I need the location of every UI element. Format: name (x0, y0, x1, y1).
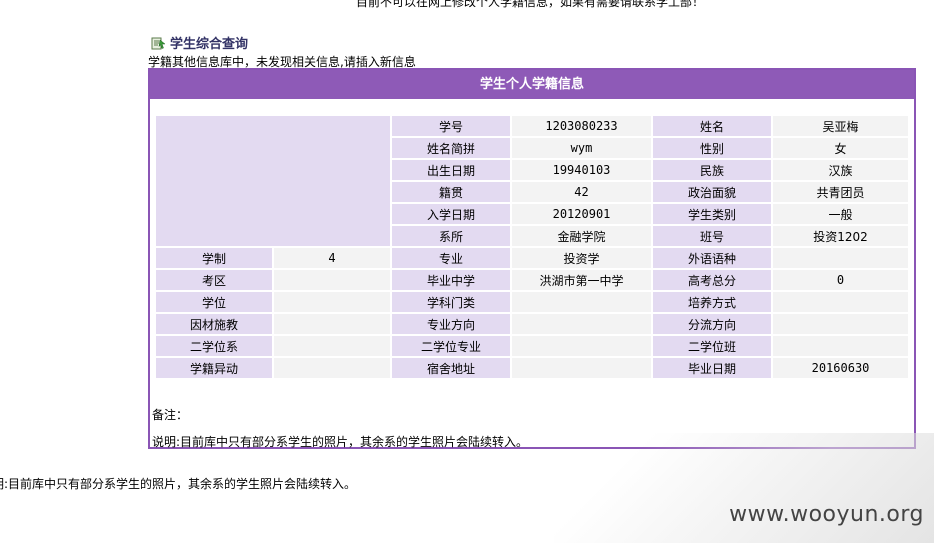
graduation-date-label: 毕业日期 (653, 358, 771, 378)
major-value: 投资学 (512, 248, 651, 268)
foreign-lang-value (773, 248, 908, 268)
native-place-value: 42 (512, 182, 651, 202)
student-photo (156, 116, 390, 246)
ethnicity-value: 汉族 (773, 160, 908, 180)
exam-area-value (274, 270, 390, 290)
gaokao-total-value: 0 (773, 270, 908, 290)
birth-date-value: 19940103 (512, 160, 651, 180)
second-degree-class-label: 二学位班 (653, 336, 771, 356)
gender-label: 性别 (653, 138, 771, 158)
second-degree-dept-label: 二学位系 (156, 336, 272, 356)
class-no-label: 班号 (653, 226, 771, 246)
native-place-label: 籍贯 (392, 182, 510, 202)
section-title: 学生综合查询 (170, 37, 249, 52)
second-degree-major-value (512, 336, 651, 356)
training-mode-value (773, 292, 908, 312)
student-id-label: 学号 (392, 116, 510, 136)
table-row: 学号 1203080233 姓名 吴亚梅 (156, 116, 908, 246)
subject-category-value (512, 292, 651, 312)
footer-note: 明:目前库中只有部分系学生的照片，其余系的学生照片会陆续转入。 (0, 477, 357, 491)
department-label: 系所 (392, 226, 510, 246)
explain-text: 说明:目前库中只有部分系学生的照片，其余系的学生照片会陆续转入。 (152, 435, 529, 449)
name-abbr-value: wym (512, 138, 651, 158)
gaokao-total-label: 高考总分 (653, 270, 771, 290)
graduated-school-value: 洪湖市第一中学 (512, 270, 651, 290)
name-abbr-label: 姓名简拼 (392, 138, 510, 158)
query-icon (151, 35, 166, 50)
status-change-value (274, 358, 390, 378)
foreign-lang-label: 外语语种 (653, 248, 771, 268)
birth-date-label: 出生日期 (392, 160, 510, 180)
table-row: 学位 学科门类 培养方式 (156, 292, 908, 312)
table-row: 学籍异动 宿舍地址 毕业日期 20160630 (156, 358, 908, 378)
status-change-label: 学籍异动 (156, 358, 272, 378)
stream-direction-value (773, 314, 908, 334)
degree-value (274, 292, 390, 312)
ethnicity-label: 民族 (653, 160, 771, 180)
student-info-panel: 学生个人学籍信息 学号 1203080233 姓名 吴亚梅 姓名简拼 wym 性… (148, 68, 916, 449)
student-type-value: 一般 (773, 204, 908, 224)
major-direction-label: 专业方向 (392, 314, 510, 334)
watermark: www.wooyun.org (729, 502, 924, 527)
stream-direction-label: 分流方向 (653, 314, 771, 334)
degree-label: 学位 (156, 292, 272, 312)
table-row: 考区 毕业中学 洪湖市第一中学 高考总分 0 (156, 270, 908, 290)
enroll-date-label: 入学日期 (392, 204, 510, 224)
top-notice: 目前不可以在网上修改个人学籍信息，如果有需要请联系学工部！ (355, 0, 704, 9)
gender-value: 女 (773, 138, 908, 158)
name-value: 吴亚梅 (773, 116, 908, 136)
duration-label: 学制 (156, 248, 272, 268)
second-degree-major-label: 二学位专业 (392, 336, 510, 356)
department-value: 金融学院 (512, 226, 651, 246)
graduated-school-label: 毕业中学 (392, 270, 510, 290)
major-direction-value (512, 314, 651, 334)
political-status-label: 政治面貌 (653, 182, 771, 202)
tailored-label: 因材施教 (156, 314, 272, 334)
second-degree-class-value (773, 336, 908, 356)
class-no-value: 投资1202 (773, 226, 908, 246)
table-row: 因材施教 专业方向 分流方向 (156, 314, 908, 334)
enroll-date-value: 20120901 (512, 204, 651, 224)
student-type-label: 学生类别 (653, 204, 771, 224)
political-status-value: 共青团员 (773, 182, 908, 202)
student-id-value: 1203080233 (512, 116, 651, 136)
exam-area-label: 考区 (156, 270, 272, 290)
dorm-address-value (512, 358, 651, 378)
remark-label: 备注： (152, 408, 189, 422)
student-info-table: 学号 1203080233 姓名 吴亚梅 姓名简拼 wym 性别 女 出生日期 … (154, 114, 910, 380)
second-degree-dept-value (274, 336, 390, 356)
tailored-value (274, 314, 390, 334)
duration-value: 4 (274, 248, 390, 268)
subject-category-label: 学科门类 (392, 292, 510, 312)
name-label: 姓名 (653, 116, 771, 136)
table-row: 二学位系 二学位专业 二学位班 (156, 336, 908, 356)
graduation-date-value: 20160630 (773, 358, 908, 378)
training-mode-label: 培养方式 (653, 292, 771, 312)
major-label: 专业 (392, 248, 510, 268)
dorm-address-label: 宿舍地址 (392, 358, 510, 378)
panel-title: 学生个人学籍信息 (150, 70, 914, 99)
table-row: 学制 4 专业 投资学 外语语种 (156, 248, 908, 268)
section-header: 学生综合查询 (151, 33, 248, 52)
